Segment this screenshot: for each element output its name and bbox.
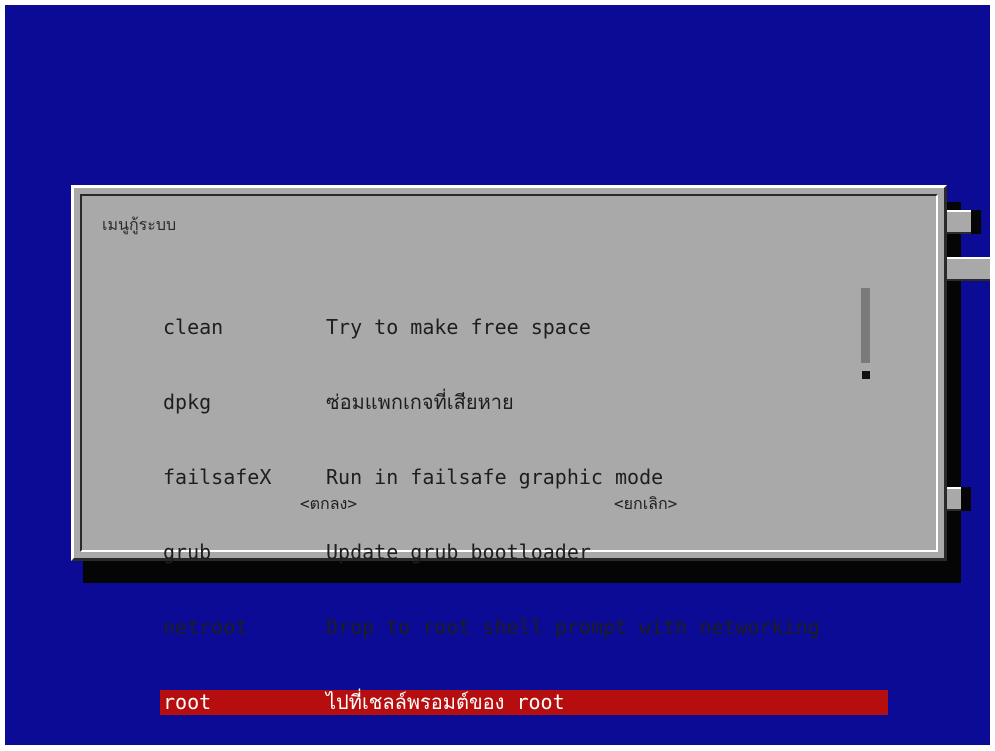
dialog-edge-shadow [961, 487, 971, 511]
menu-item-grub[interactable]: grub Update grub bootloader [160, 540, 888, 565]
menu-item-description: ไปที่เชลล์พรอมต์ของ root [326, 690, 565, 714]
menu-scrollbar[interactable] [861, 288, 870, 363]
menu-item-clean[interactable]: clean Try to make free space [160, 315, 888, 340]
dialog-edge-fragment [941, 257, 990, 281]
menu-item-netroot[interactable]: netroot Drop to root shell prompt with n… [160, 615, 888, 640]
menu-item-tag: netroot [163, 615, 248, 639]
menu-item-description: Try to make free space [326, 315, 591, 339]
menu-item-description: Drop to root shell prompt with networkin… [326, 615, 820, 639]
dialog-edge-shadow [971, 210, 981, 234]
ok-button[interactable]: <ตกลง> [300, 491, 357, 516]
menu-item-root[interactable]: root ไปที่เชลล์พรอมต์ของ root [160, 690, 888, 715]
menu-item-description: Update grub bootloader [326, 540, 591, 564]
cancel-button[interactable]: <ยกเลิก> [614, 491, 677, 516]
menu-item-failsafex[interactable]: failsafeX Run in failsafe graphic mode [160, 465, 888, 490]
menu-scrollbar-thumb[interactable] [862, 371, 870, 379]
recovery-menu-dialog: เมนูกู้ระบบ clean Try to make free space… [71, 185, 947, 715]
menu-item-tag: failsafeX [163, 465, 272, 489]
menu-item-tag: dpkg [163, 390, 212, 414]
menu-item-tag: clean [163, 315, 224, 339]
menu-item-dpkg[interactable]: dpkg ซ่อมแพกเกจที่เสียหาย [160, 390, 888, 415]
menu-item-tag: root [163, 690, 212, 714]
recovery-menu-list: clean Try to make free space dpkg ซ่อมแพ… [160, 265, 888, 745]
dialog-title: เมนูกู้ระบบ [102, 215, 177, 234]
console-screen: ↑ เมนูกู้ระบบ clean Try to make free spa… [5, 5, 990, 745]
menu-item-description: Run in failsafe graphic mode [326, 465, 664, 489]
menu-item-description: ซ่อมแพกเกจที่เสียหาย [326, 390, 514, 414]
menu-item-tag: grub [163, 540, 212, 564]
